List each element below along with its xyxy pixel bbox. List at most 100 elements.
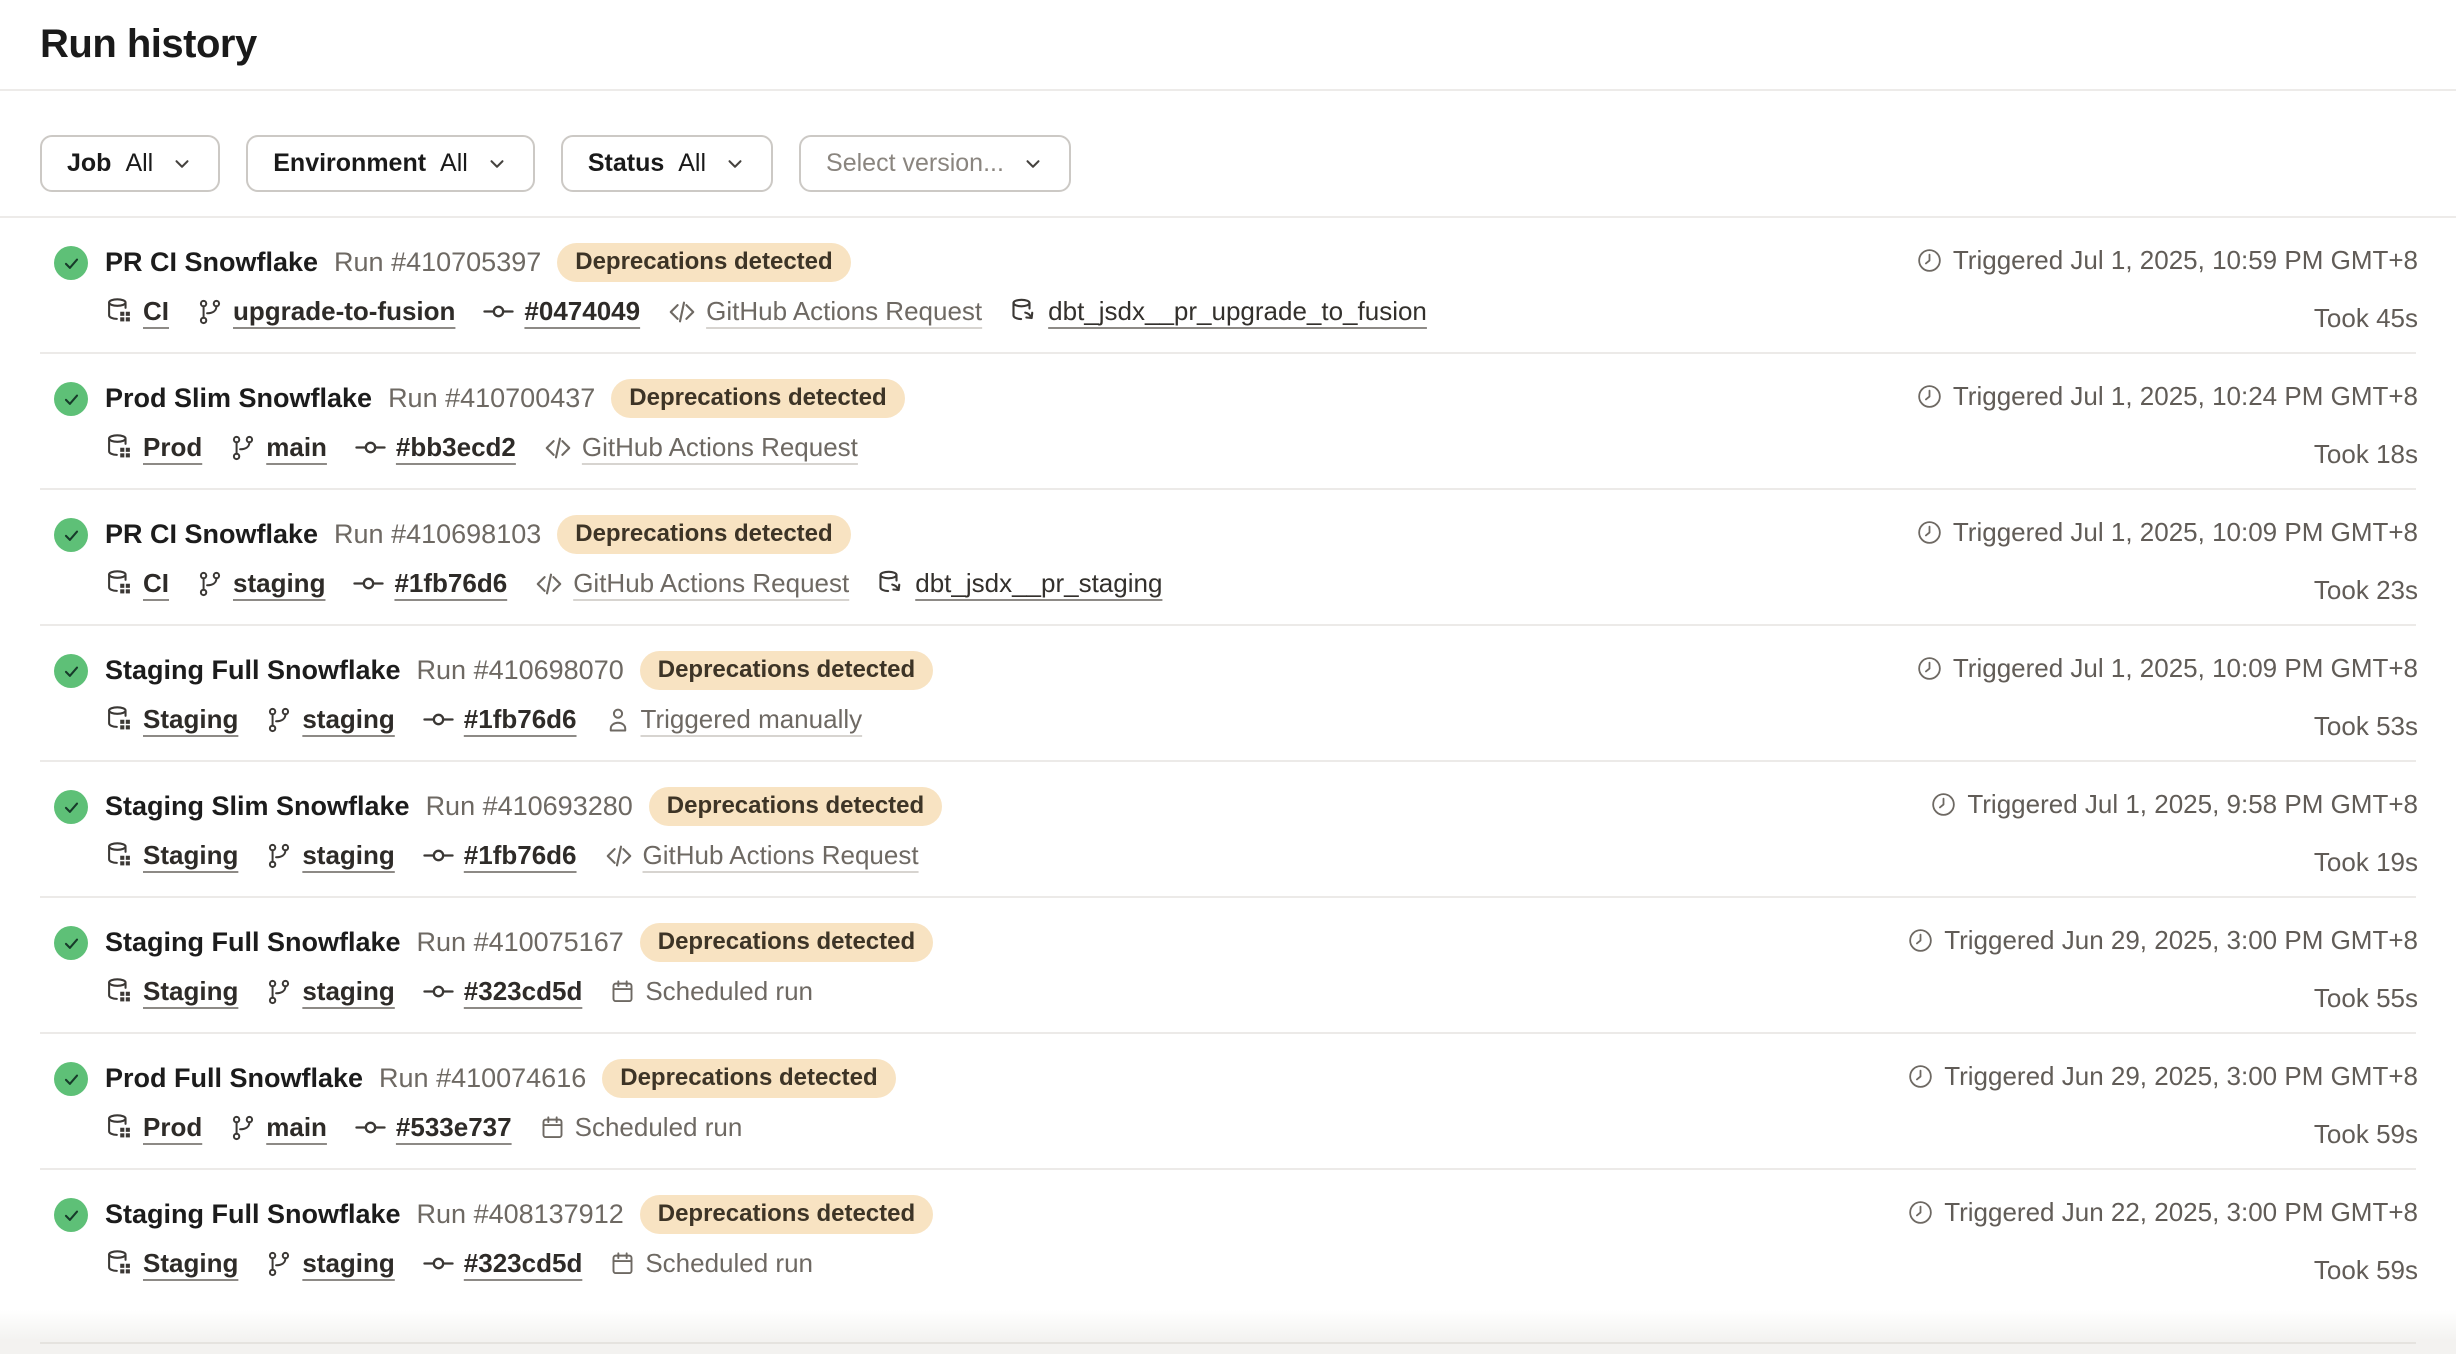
clock-icon — [1930, 791, 1957, 818]
run-row[interactable]: Staging Slim Snowflake Run #410693280 De… — [0, 762, 2456, 898]
run-duration: Took 59s — [1907, 1255, 2418, 1286]
clock-icon — [1907, 927, 1934, 954]
run-row-main: Staging Slim Snowflake Run #410693280 De… — [105, 787, 942, 872]
trigger-label[interactable]: GitHub Actions Request — [706, 296, 982, 327]
job-name-link[interactable]: PR CI Snowflake — [105, 247, 318, 278]
environment-link[interactable]: Staging — [143, 1248, 238, 1279]
footer-divider — [40, 1342, 2416, 1344]
run-row[interactable]: Staging Full Snowflake Run #410075167 De… — [0, 898, 2456, 1034]
environment-filter-label: Environment — [273, 149, 426, 178]
trigger-meta: Triggered manually — [604, 704, 863, 735]
run-duration: Took 53s — [1916, 711, 2418, 742]
commit-link[interactable]: #bb3ecd2 — [396, 432, 516, 463]
commit-meta: #323cd5d — [422, 975, 583, 1008]
schema-link[interactable]: dbt_jsdx__pr_staging — [915, 568, 1162, 599]
commit-link[interactable]: #323cd5d — [464, 1248, 583, 1279]
environment-link[interactable]: Staging — [143, 840, 238, 871]
run-number: Run #410705397 — [334, 247, 541, 278]
chevron-down-icon — [1022, 153, 1044, 175]
filter-bar: Job All Environment All Status All Selec… — [0, 91, 2456, 218]
trigger-label[interactable]: Scheduled run — [645, 1248, 813, 1279]
environment-filter-value: All — [440, 149, 468, 178]
run-row[interactable]: Staging Full Snowflake Run #408137912 De… — [0, 1170, 2456, 1306]
branch-link[interactable]: upgrade-to-fusion — [233, 296, 455, 327]
status-filter-button[interactable]: Status All — [561, 135, 773, 192]
run-row-main: PR CI Snowflake Run #410705397 Deprecati… — [105, 243, 1427, 328]
run-row-main: Staging Full Snowflake Run #410075167 De… — [105, 923, 933, 1008]
environment-link[interactable]: Staging — [143, 704, 238, 735]
trigger-meta: GitHub Actions Request — [667, 296, 982, 327]
job-name-link[interactable]: Staging Full Snowflake — [105, 1199, 401, 1230]
commit-link[interactable]: #0474049 — [524, 296, 640, 327]
commit-link[interactable]: #323cd5d — [464, 976, 583, 1007]
run-row-right: Triggered Jun 29, 2025, 3:00 PM GMT+8 To… — [1907, 1059, 2418, 1150]
trigger-label[interactable]: GitHub Actions Request — [643, 840, 919, 871]
schema-link[interactable]: dbt_jsdx__pr_upgrade_to_fusion — [1048, 296, 1427, 327]
trigger-label[interactable]: Scheduled run — [575, 1112, 743, 1143]
commit-link[interactable]: #1fb76d6 — [464, 840, 577, 871]
run-row[interactable]: PR CI Snowflake Run #410705397 Deprecati… — [0, 218, 2456, 354]
database-schema-icon — [876, 569, 906, 599]
branch-link[interactable]: staging — [302, 704, 394, 735]
environment-link[interactable]: CI — [143, 568, 169, 599]
trigger-label[interactable]: Triggered manually — [641, 704, 863, 735]
run-row-left: PR CI Snowflake Run #410698103 Deprecati… — [54, 515, 1162, 600]
branch-link[interactable]: main — [266, 1112, 327, 1143]
triggered-timestamp: Triggered Jul 1, 2025, 10:09 PM GMT+8 — [1953, 517, 2418, 548]
branch-link[interactable]: main — [266, 432, 327, 463]
commit-icon — [422, 703, 455, 736]
database-environment-icon — [105, 297, 134, 326]
version-select[interactable]: Select version... — [799, 135, 1071, 192]
branch-meta: staging — [265, 840, 394, 871]
run-row[interactable]: PR CI Snowflake Run #410698103 Deprecati… — [0, 490, 2456, 626]
environment-filter-button[interactable]: Environment All — [246, 135, 535, 192]
job-name-link[interactable]: PR CI Snowflake — [105, 519, 318, 550]
commit-link[interactable]: #1fb76d6 — [464, 704, 577, 735]
git-branch-icon — [265, 706, 293, 734]
branch-link[interactable]: staging — [302, 1248, 394, 1279]
run-row[interactable]: Prod Slim Snowflake Run #410700437 Depre… — [0, 354, 2456, 490]
branch-meta: main — [229, 432, 327, 463]
clock-icon — [1907, 1063, 1934, 1090]
commit-icon — [482, 295, 515, 328]
trigger-label[interactable]: GitHub Actions Request — [573, 568, 849, 599]
commit-icon — [422, 1247, 455, 1280]
calendar-icon — [609, 1250, 636, 1277]
commit-meta: #1fb76d6 — [422, 839, 577, 872]
job-name-link[interactable]: Prod Slim Snowflake — [105, 383, 372, 414]
branch-link[interactable]: staging — [302, 840, 394, 871]
environment-link[interactable]: Prod — [143, 432, 202, 463]
job-name-link[interactable]: Staging Slim Snowflake — [105, 791, 410, 822]
page-footer — [0, 1310, 2456, 1354]
environment-link[interactable]: CI — [143, 296, 169, 327]
code-icon — [543, 433, 573, 463]
commit-link[interactable]: #533e737 — [396, 1112, 512, 1143]
triggered-timestamp: Triggered Jul 1, 2025, 9:58 PM GMT+8 — [1967, 789, 2418, 820]
run-number: Run #410074616 — [379, 1063, 586, 1094]
page-title: Run history — [40, 22, 257, 67]
run-row-left: Staging Full Snowflake Run #410698070 De… — [54, 651, 933, 736]
code-icon — [604, 841, 634, 871]
chevron-down-icon — [486, 153, 508, 175]
trigger-label[interactable]: GitHub Actions Request — [582, 432, 858, 463]
chevron-down-icon — [171, 153, 193, 175]
schema-meta: dbt_jsdx__pr_upgrade_to_fusion — [1009, 296, 1427, 327]
branch-link[interactable]: staging — [302, 976, 394, 1007]
job-name-link[interactable]: Staging Full Snowflake — [105, 927, 401, 958]
run-row[interactable]: Staging Full Snowflake Run #410698070 De… — [0, 626, 2456, 762]
job-name-link[interactable]: Prod Full Snowflake — [105, 1063, 363, 1094]
run-row[interactable]: Prod Full Snowflake Run #410074616 Depre… — [0, 1034, 2456, 1170]
run-row-left: Prod Slim Snowflake Run #410700437 Depre… — [54, 379, 905, 464]
success-check-icon — [54, 246, 88, 280]
environment-link[interactable]: Staging — [143, 976, 238, 1007]
branch-link[interactable]: staging — [233, 568, 325, 599]
environment-link[interactable]: Prod — [143, 1112, 202, 1143]
trigger-label[interactable]: Scheduled run — [645, 976, 813, 1007]
run-number: Run #410698103 — [334, 519, 541, 550]
run-row-right: Triggered Jul 1, 2025, 10:24 PM GMT+8 To… — [1916, 379, 2418, 470]
commit-icon — [354, 1111, 387, 1144]
job-name-link[interactable]: Staging Full Snowflake — [105, 655, 401, 686]
database-environment-icon — [105, 569, 134, 598]
job-filter-button[interactable]: Job All — [40, 135, 220, 192]
commit-link[interactable]: #1fb76d6 — [394, 568, 507, 599]
